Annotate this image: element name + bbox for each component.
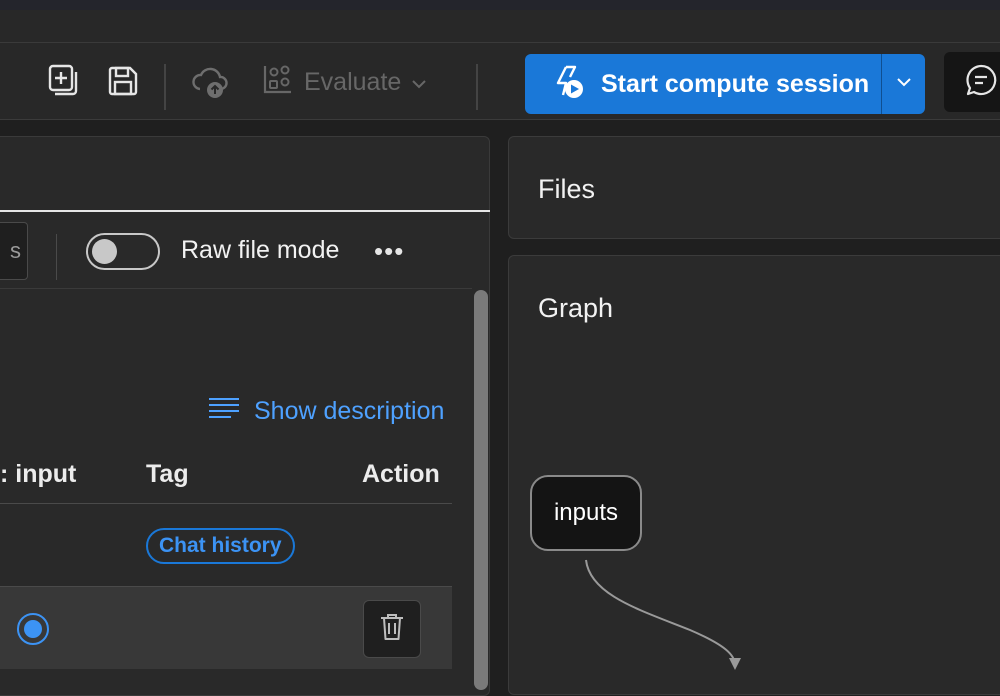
column-header-tag: Tag bbox=[146, 460, 189, 488]
toolbar-separator bbox=[56, 234, 57, 280]
graph-node-inputs[interactable]: inputs bbox=[530, 475, 642, 551]
show-description-link[interactable]: Show description bbox=[208, 397, 444, 426]
table-divider bbox=[0, 503, 452, 504]
chat-input-radio[interactable] bbox=[17, 613, 49, 645]
chat-icon bbox=[964, 63, 998, 102]
section-divider bbox=[0, 288, 472, 289]
toolbar-separator bbox=[164, 64, 166, 110]
window-top-strip bbox=[0, 0, 1000, 10]
more-options-button[interactable]: ••• bbox=[374, 236, 404, 267]
column-header-input: : input bbox=[0, 460, 77, 488]
start-compute-session-main[interactable]: Start compute session bbox=[525, 54, 881, 114]
start-compute-session-label: Start compute session bbox=[601, 69, 870, 98]
evaluate-label: Evaluate bbox=[304, 67, 402, 96]
toggle-knob bbox=[92, 239, 117, 264]
tag-badge-chat-history: Chat history bbox=[146, 528, 295, 564]
start-compute-session-dropdown[interactable] bbox=[882, 54, 925, 114]
partial-button[interactable]: s bbox=[0, 222, 28, 280]
toolbar-divider bbox=[0, 119, 1000, 120]
add-file-icon[interactable] bbox=[44, 62, 82, 100]
graph-edge bbox=[585, 559, 741, 670]
partial-button-label: s bbox=[10, 238, 21, 263]
evaluate-icon bbox=[262, 63, 294, 102]
graph-title: Graph bbox=[538, 293, 614, 323]
chevron-down-icon bbox=[411, 68, 427, 97]
show-description-label: Show description bbox=[254, 397, 445, 425]
flash-play-icon bbox=[553, 65, 585, 104]
graph-node-label: inputs bbox=[553, 499, 619, 526]
toolbar-divider bbox=[0, 42, 1000, 43]
chat-button[interactable] bbox=[944, 52, 1000, 112]
cloud-upload-icon bbox=[190, 63, 230, 101]
chevron-down-icon bbox=[895, 75, 913, 93]
files-title: Files bbox=[538, 174, 596, 204]
tag-badge-label: Chat history bbox=[159, 534, 282, 557]
toolbar-separator bbox=[476, 64, 478, 110]
description-lines-icon bbox=[208, 397, 240, 426]
evaluate-button: Evaluate bbox=[262, 62, 427, 102]
start-compute-session-button[interactable]: Start compute session bbox=[525, 54, 925, 114]
column-header-action: Action bbox=[362, 460, 440, 488]
save-icon[interactable] bbox=[104, 62, 142, 100]
raw-file-mode-label: Raw file mode bbox=[181, 236, 340, 264]
vertical-scrollbar[interactable] bbox=[474, 290, 488, 690]
trash-icon bbox=[378, 612, 406, 647]
raw-file-mode-toggle[interactable] bbox=[86, 233, 160, 270]
radio-selected-dot bbox=[24, 620, 42, 638]
delete-button[interactable] bbox=[363, 600, 421, 658]
tab-selection-underline bbox=[0, 210, 490, 212]
